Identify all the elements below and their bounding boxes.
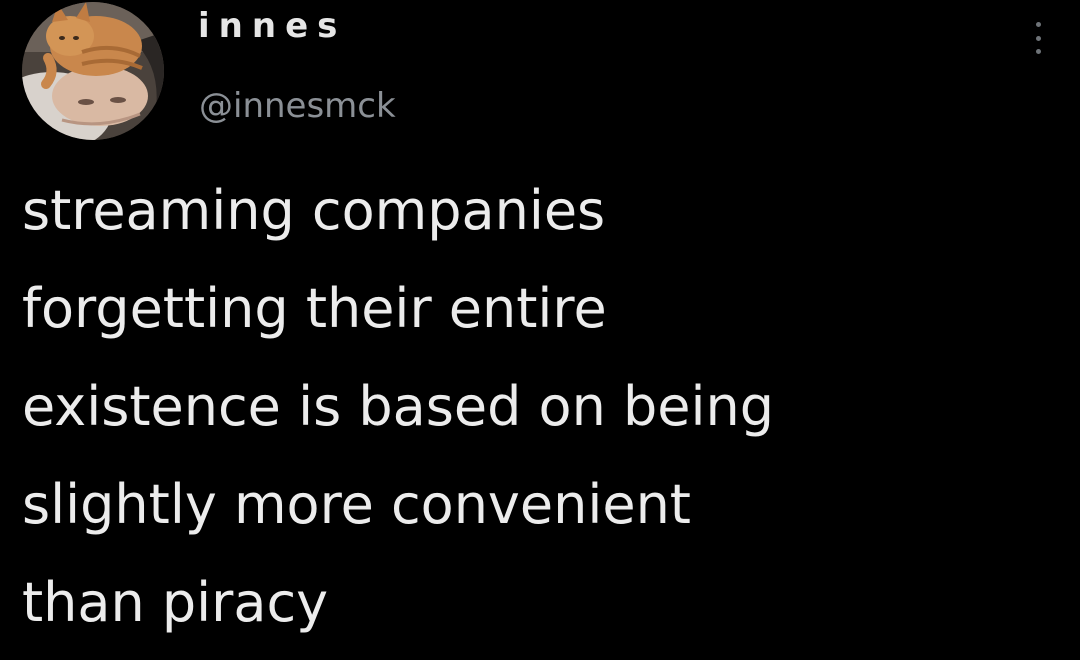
author-handle[interactable]: @innesmck (199, 86, 396, 126)
tweet-text-line: slightly more convenient (22, 473, 691, 536)
tweet-text-line: forgetting their entire (22, 277, 607, 340)
more-dot (1035, 35, 1041, 41)
tweet-text-line: than piracy (22, 571, 329, 634)
more-options-icon[interactable] (1028, 18, 1048, 58)
author-display-name[interactable]: innes (198, 6, 346, 46)
avatar[interactable] (22, 2, 164, 140)
tweet-text-line: streaming companies (22, 179, 606, 242)
tweet-text: streaming companies forgetting their ent… (22, 162, 1062, 652)
tweet-text-line: existence is based on being (22, 375, 774, 438)
more-dot (1035, 22, 1041, 27)
avatar-person-with-cat-icon (22, 2, 164, 140)
more-dot (1035, 49, 1041, 54)
tweet-card: innes @innesmck streaming companies forg… (0, 0, 1080, 660)
